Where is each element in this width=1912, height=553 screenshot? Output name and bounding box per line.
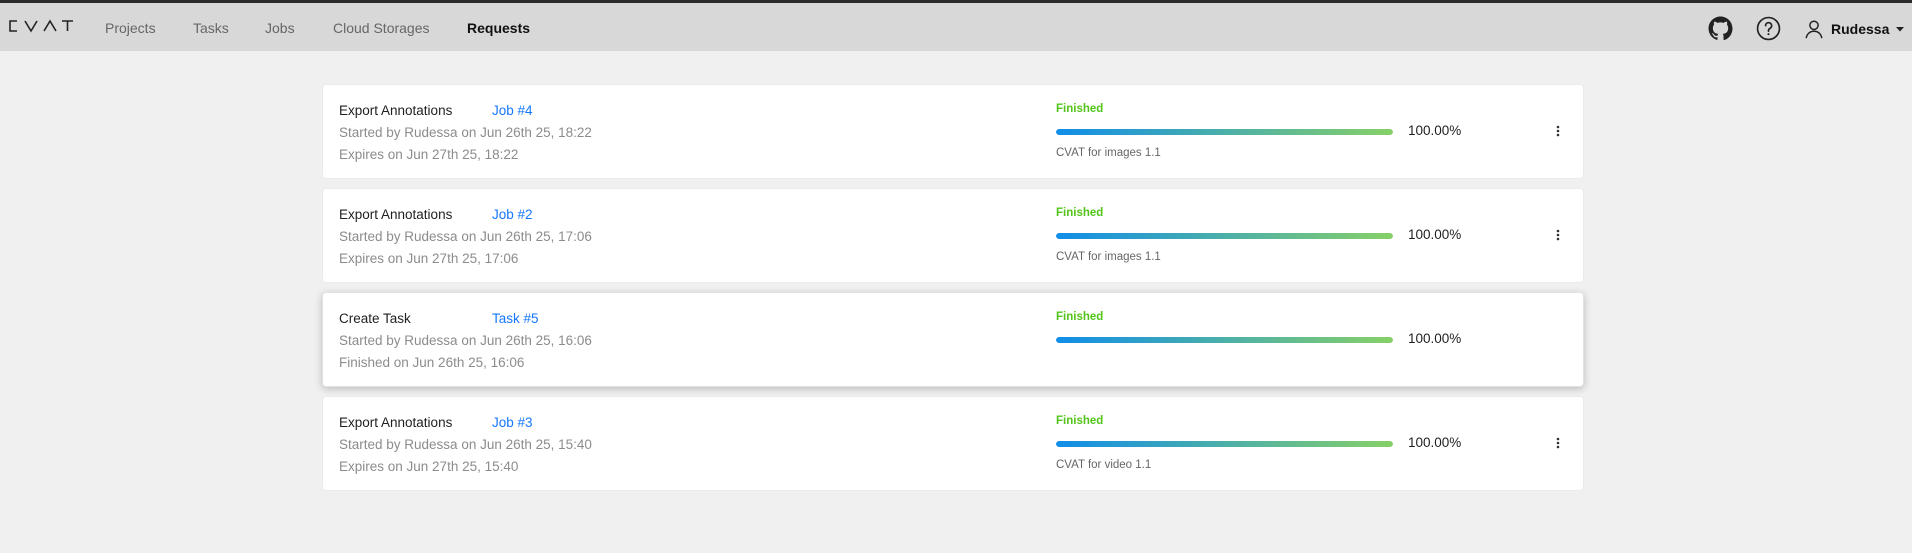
progress-percent: 100.00%	[1408, 227, 1462, 242]
progress-percent: 100.00%	[1408, 331, 1462, 346]
request-started: Started by Rudessa on Jun 26th 25, 18:22	[339, 125, 592, 140]
export-format: CVAT for images 1.1	[1056, 147, 1161, 159]
status-label: Finished	[1056, 311, 1104, 323]
progress-fill	[1056, 233, 1393, 239]
more-actions-button[interactable]	[1550, 121, 1566, 141]
request-finished: Finished on Jun 26th 25, 16:06	[339, 355, 525, 370]
status-label: Finished	[1056, 103, 1104, 115]
request-expires: Expires on Jun 27th 25, 17:06	[339, 251, 519, 266]
nav-jobs[interactable]: Jobs	[265, 19, 295, 37]
status-label: Finished	[1056, 415, 1104, 427]
progress-bar	[1056, 233, 1393, 239]
progress-bar	[1056, 337, 1393, 343]
request-target-link[interactable]: Job #2	[492, 207, 533, 222]
caret-down-icon	[1896, 27, 1905, 32]
request-card: Create Task Task #5 Started by Rudessa o…	[322, 292, 1584, 387]
github-icon[interactable]	[1708, 16, 1733, 41]
more-vertical-icon	[1556, 125, 1560, 137]
request-target-link[interactable]: Job #4	[492, 103, 533, 118]
export-format: CVAT for video 1.1	[1056, 459, 1152, 471]
more-actions-button[interactable]	[1550, 225, 1566, 245]
request-expires: Expires on Jun 27th 25, 15:40	[339, 459, 519, 474]
request-card: Export Annotations Job #4 Started by Rud…	[322, 84, 1584, 179]
user-icon	[1805, 20, 1823, 39]
progress-fill	[1056, 441, 1393, 447]
nav-projects[interactable]: Projects	[105, 19, 156, 37]
cvat-logo[interactable]	[6, 18, 76, 34]
progress-percent: 100.00%	[1408, 435, 1462, 450]
request-target-link[interactable]: Job #3	[492, 415, 533, 430]
export-format: CVAT for images 1.1	[1056, 251, 1161, 263]
nav-tasks[interactable]: Tasks	[193, 19, 229, 37]
request-card: Export Annotations Job #3 Started by Rud…	[322, 396, 1584, 491]
nav-requests[interactable]: Requests	[467, 19, 530, 37]
more-vertical-icon	[1556, 437, 1560, 449]
more-actions-button[interactable]	[1550, 433, 1566, 453]
request-title: Create Task	[339, 311, 411, 326]
nav-cloud-storages[interactable]: Cloud Storages	[333, 19, 430, 37]
request-title: Export Annotations	[339, 103, 453, 118]
user-menu[interactable]: Rudessa	[1803, 17, 1905, 41]
request-target-link[interactable]: Task #5	[492, 311, 539, 326]
progress-percent: 100.00%	[1408, 123, 1462, 138]
request-expires: Expires on Jun 27th 25, 18:22	[339, 147, 519, 162]
progress-fill	[1056, 129, 1393, 135]
status-label: Finished	[1056, 207, 1104, 219]
progress-bar	[1056, 129, 1393, 135]
user-name: Rudessa	[1831, 21, 1890, 37]
request-started: Started by Rudessa on Jun 26th 25, 17:06	[339, 229, 592, 244]
question-circle-icon[interactable]	[1756, 16, 1781, 41]
top-header: Projects Tasks Jobs Cloud Storages Reque…	[0, 0, 1912, 51]
request-card: Export Annotations Job #2 Started by Rud…	[322, 188, 1584, 283]
request-started: Started by Rudessa on Jun 26th 25, 15:40	[339, 437, 592, 452]
more-vertical-icon	[1556, 229, 1560, 241]
request-title: Export Annotations	[339, 415, 453, 430]
request-title: Export Annotations	[339, 207, 453, 222]
request-started: Started by Rudessa on Jun 26th 25, 16:06	[339, 333, 592, 348]
progress-fill	[1056, 337, 1393, 343]
progress-bar	[1056, 441, 1393, 447]
